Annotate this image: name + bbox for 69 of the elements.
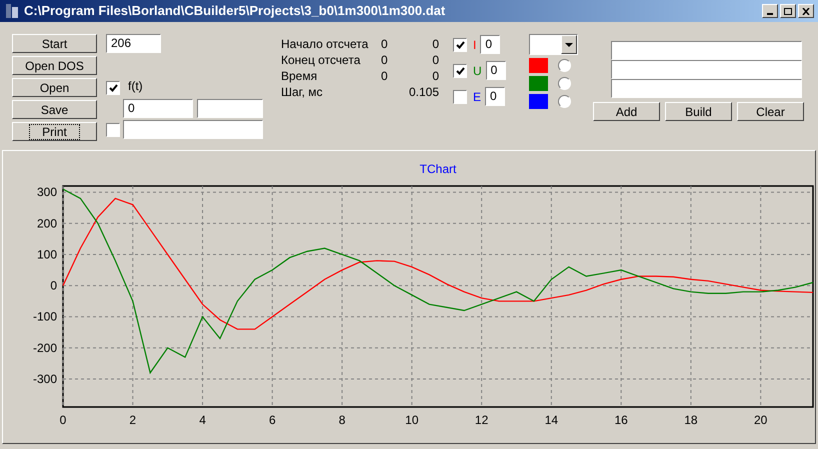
readout-value: 0 <box>432 69 439 83</box>
color-dropdown[interactable] <box>529 34 578 55</box>
checkbox[interactable] <box>106 81 120 95</box>
maximize-button[interactable] <box>780 4 796 18</box>
push-button[interactable]: Build <box>665 102 732 121</box>
app-icon <box>4 3 20 19</box>
caret-icon <box>565 42 573 46</box>
y-tick-label: -200 <box>32 340 57 355</box>
text-field[interactable]: 0 <box>123 99 193 118</box>
chart-title: TChart <box>420 162 456 176</box>
checkbox[interactable] <box>106 122 120 136</box>
y-tick-label: 200 <box>36 216 57 230</box>
channel-letter: I <box>473 36 476 54</box>
push-button[interactable]: Add <box>593 102 660 121</box>
y-tick-label: 0 <box>50 278 57 293</box>
x-tick-label: 18 <box>684 413 698 427</box>
checkbox[interactable] <box>453 38 467 52</box>
x-tick-label: 12 <box>474 413 488 427</box>
x-tick-label: 8 <box>338 413 346 427</box>
checkbox[interactable] <box>453 90 467 104</box>
y-tick-label: -100 <box>32 310 57 324</box>
minimize-button[interactable] <box>762 4 778 18</box>
text-field[interactable]: 0 <box>486 61 506 80</box>
text-field[interactable] <box>611 41 802 60</box>
push-button[interactable]: Open DOS <box>12 56 97 75</box>
channel-letter: U <box>473 62 482 80</box>
readout-label: Время <box>281 68 318 85</box>
x-tick-label: 2 <box>129 413 136 427</box>
push-button[interactable]: Clear <box>737 102 804 121</box>
text-field[interactable]: 0 <box>480 35 500 54</box>
radio-button[interactable] <box>558 95 571 108</box>
push-button[interactable]: Start <box>12 34 97 53</box>
y-tick-label: 300 <box>36 185 57 200</box>
close-button[interactable] <box>798 4 814 18</box>
readout-label: Конец отсчета <box>281 52 362 69</box>
y-tick-label: 100 <box>36 247 57 262</box>
x-tick-label: 16 <box>614 413 628 427</box>
readout-value: 0 <box>381 69 388 83</box>
radio-button[interactable] <box>558 77 571 90</box>
text-field[interactable] <box>197 99 263 118</box>
push-button[interactable]: Print <box>12 122 97 141</box>
text-field[interactable]: 206 <box>106 34 161 53</box>
y-tick-label: -300 <box>32 372 57 386</box>
readout-value: 0 <box>432 37 439 51</box>
x-tick-label: 6 <box>268 413 276 427</box>
window-title: C:\Program Files\Borland\CBuilder5\Projects\3_b0\1m300\1m300.dat <box>24 2 446 20</box>
x-tick-label: 14 <box>544 413 558 427</box>
readout-value: 0.105 <box>408 85 439 99</box>
x-tick-label: 20 <box>754 413 768 427</box>
x-tick-label: 4 <box>199 413 206 427</box>
push-button[interactable]: Open <box>12 78 97 97</box>
push-button[interactable]: Save <box>12 100 97 119</box>
channel-letter: E <box>473 88 482 106</box>
text-field[interactable] <box>611 60 802 79</box>
maximize-icon <box>784 8 792 14</box>
readout-value: 0 <box>432 53 439 67</box>
x-tick-label: 10 <box>405 413 419 427</box>
x-tick-label: 0 <box>60 413 66 427</box>
text-field[interactable]: 0 <box>485 87 506 106</box>
checkbox[interactable] <box>453 64 467 78</box>
text-field[interactable] <box>611 79 802 98</box>
readout-label: Шаг, мс <box>281 84 324 101</box>
checkbox-label: f(t) <box>128 78 143 95</box>
radio-button[interactable] <box>558 59 571 72</box>
readout-value: 0 <box>381 37 388 51</box>
readout-label: Начало отсчета <box>281 36 370 53</box>
text-field[interactable] <box>123 120 263 139</box>
close-icon <box>802 8 810 14</box>
readout-value: 0 <box>381 53 388 67</box>
